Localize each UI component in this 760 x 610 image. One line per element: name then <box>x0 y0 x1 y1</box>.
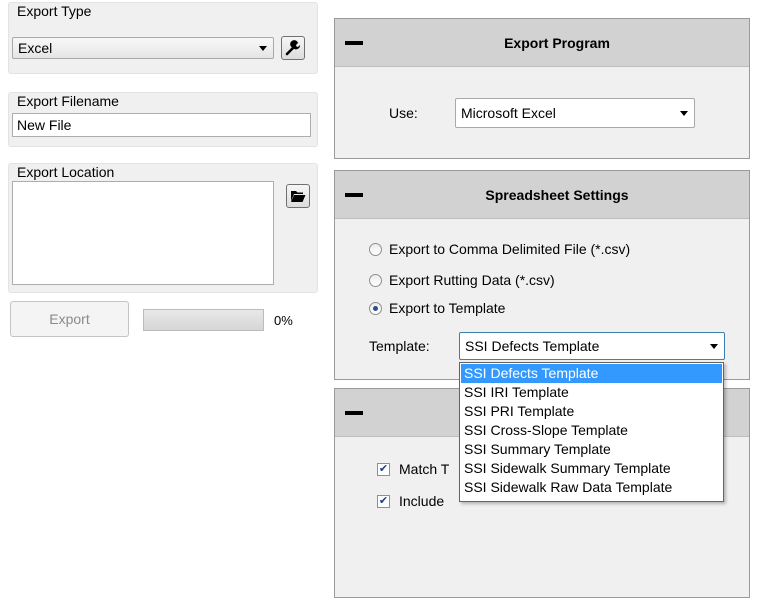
export-location-title: Export Location <box>17 164 115 180</box>
folder-open-icon <box>291 191 306 202</box>
export-button[interactable]: Export <box>10 301 129 337</box>
spreadsheet-settings-title: Spreadsheet Settings <box>485 187 629 203</box>
collapse-icon[interactable] <box>345 193 363 197</box>
template-option[interactable]: SSI Cross-Slope Template <box>461 421 722 440</box>
export-type-value: Excel <box>18 40 53 56</box>
checkbox-include[interactable]: ✔ <box>377 495 390 508</box>
export-filename-input[interactable]: New File <box>12 113 311 137</box>
export-program-select[interactable]: Microsoft Excel <box>455 98 695 128</box>
template-option[interactable]: SSI Summary Template <box>461 440 722 459</box>
export-progress-bar <box>143 309 264 331</box>
template-select[interactable]: SSI Defects Template <box>459 332 725 360</box>
chevron-down-icon <box>259 46 267 51</box>
template-option[interactable]: SSI PRI Template <box>461 402 722 421</box>
export-type-select[interactable]: Excel <box>12 37 274 59</box>
template-option[interactable]: SSI IRI Template <box>461 383 722 402</box>
template-label: Template: <box>369 338 430 354</box>
radio-export-rutting[interactable] <box>369 274 382 287</box>
radio-export-rutting-label[interactable]: Export Rutting Data (*.csv) <box>389 272 555 288</box>
chevron-down-icon <box>680 111 688 116</box>
export-location-input[interactable] <box>12 181 274 285</box>
template-option[interactable]: SSI Sidewalk Raw Data Template <box>461 478 722 497</box>
radio-export-template-label[interactable]: Export to Template <box>389 300 505 316</box>
spreadsheet-settings-header[interactable]: Spreadsheet Settings <box>335 171 749 219</box>
export-filename-title: Export Filename <box>17 93 119 109</box>
export-progress-label: 0% <box>274 313 293 328</box>
template-value: SSI Defects Template <box>465 338 600 354</box>
chevron-down-icon <box>710 344 718 349</box>
export-program-panel: Export Program Use: Microsoft Excel <box>334 18 750 159</box>
radio-export-csv-label[interactable]: Export to Comma Delimited File (*.csv) <box>389 241 630 257</box>
spreadsheet-settings-panel: Spreadsheet Settings Export to Comma Del… <box>334 170 750 380</box>
template-dropdown-list: SSI Defects Template SSI IRI Template SS… <box>459 362 724 502</box>
export-program-header[interactable]: Export Program <box>335 19 749 67</box>
export-program-value: Microsoft Excel <box>461 105 556 121</box>
checkbox-include-label[interactable]: Include <box>399 493 444 509</box>
template-option[interactable]: SSI Sidewalk Summary Template <box>461 459 722 478</box>
radio-export-template[interactable] <box>369 302 382 315</box>
collapse-icon[interactable] <box>345 41 363 45</box>
collapse-icon[interactable] <box>345 411 363 415</box>
export-filename-value: New File <box>17 117 72 133</box>
checkbox-match[interactable]: ✔ <box>377 463 390 476</box>
wrench-icon <box>285 40 301 56</box>
checkbox-match-label[interactable]: Match T <box>399 461 449 477</box>
radio-export-csv[interactable] <box>369 243 382 256</box>
template-option[interactable]: SSI Defects Template <box>461 364 722 383</box>
export-type-settings-button[interactable] <box>281 36 305 60</box>
export-type-title: Export Type <box>17 3 92 19</box>
use-label: Use: <box>389 105 418 121</box>
export-program-title: Export Program <box>504 35 610 51</box>
browse-folder-button[interactable] <box>286 184 310 208</box>
